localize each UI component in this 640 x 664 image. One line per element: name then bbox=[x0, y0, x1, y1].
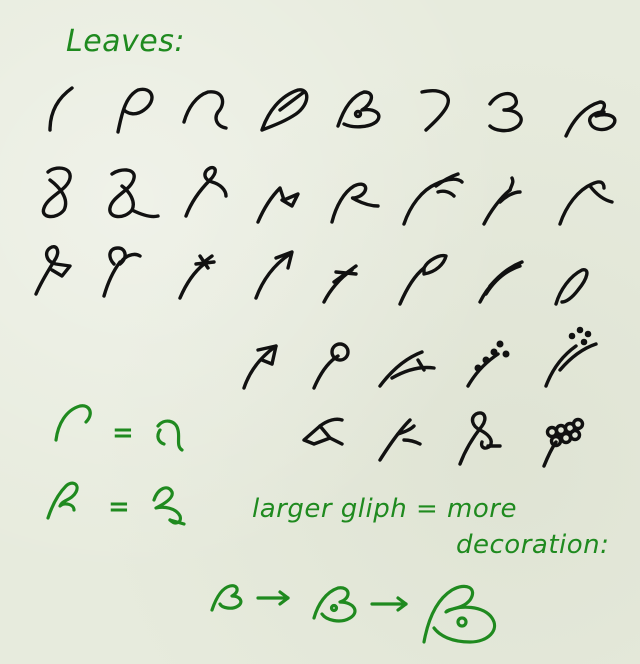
glyph-example-b-variant bbox=[152, 486, 186, 526]
leaf-glyph-r5-2 bbox=[378, 418, 422, 462]
leaf-glyph-r3-3 bbox=[178, 254, 216, 300]
leaf-glyph-r3-2 bbox=[102, 246, 142, 298]
glyph-progression-small bbox=[210, 584, 243, 612]
leaf-glyph-r2-8 bbox=[558, 180, 614, 226]
leaf-glyph-r5-4 bbox=[542, 417, 585, 468]
leaf-glyph-r1-5 bbox=[336, 90, 381, 129]
leaf-glyph-r3-8 bbox=[554, 268, 589, 306]
arrow-1 bbox=[256, 590, 290, 606]
leaf-glyph-r3-6 bbox=[398, 253, 448, 306]
leaf-glyph-r5-1 bbox=[302, 417, 344, 446]
leaf-glyph-r2-5 bbox=[330, 182, 380, 224]
leaf-glyph-r1-1 bbox=[48, 86, 74, 132]
sketch-sheet: Leaves: = = larger gliph = more decorati… bbox=[0, 0, 640, 664]
arrow-2 bbox=[370, 596, 408, 612]
note-line-2: decoration: bbox=[456, 530, 610, 560]
leaf-glyph-r4-5 bbox=[544, 326, 598, 388]
leaf-glyph-r2-7 bbox=[482, 176, 522, 226]
equals-sign-1: = bbox=[112, 418, 134, 448]
leaf-glyph-r4-4 bbox=[466, 340, 510, 388]
glyph-example-a bbox=[54, 404, 92, 442]
glyph-example-b bbox=[46, 481, 79, 520]
leaf-glyph-r2-6 bbox=[402, 172, 464, 226]
leaf-glyph-r2-3 bbox=[184, 165, 228, 218]
leaf-glyph-r1-7 bbox=[488, 92, 523, 133]
leaf-glyph-r1-4 bbox=[260, 88, 309, 132]
leaf-glyph-r4-3 bbox=[378, 350, 436, 388]
leaf-glyph-r3-1 bbox=[34, 245, 72, 296]
equals-sign-2: = bbox=[108, 492, 130, 522]
leaf-glyph-r4-2 bbox=[312, 342, 350, 390]
leaf-glyph-r1-6 bbox=[420, 89, 450, 132]
leaf-glyph-r1-8 bbox=[564, 100, 617, 138]
note-line-1: larger gliph = more bbox=[252, 494, 517, 524]
leaf-glyph-r2-1 bbox=[41, 166, 72, 219]
glyph-sheet bbox=[34, 86, 617, 644]
leaf-glyph-r4-1 bbox=[242, 344, 278, 390]
leaf-glyph-r1-2 bbox=[116, 87, 154, 134]
glyph-progression-medium bbox=[312, 586, 357, 623]
leaf-glyph-r1-3 bbox=[182, 90, 228, 130]
leaf-glyph-r2-2 bbox=[108, 168, 160, 219]
leaf-glyph-r3-4 bbox=[254, 250, 294, 300]
leaf-glyph-r5-3 bbox=[458, 411, 502, 466]
leaf-glyph-r2-4 bbox=[256, 186, 300, 224]
leaf-glyph-r3-5 bbox=[322, 264, 358, 304]
glyph-example-a-variant bbox=[156, 419, 184, 452]
glyph-progression-large bbox=[422, 584, 497, 644]
leaf-glyph-r3-7 bbox=[478, 260, 524, 304]
